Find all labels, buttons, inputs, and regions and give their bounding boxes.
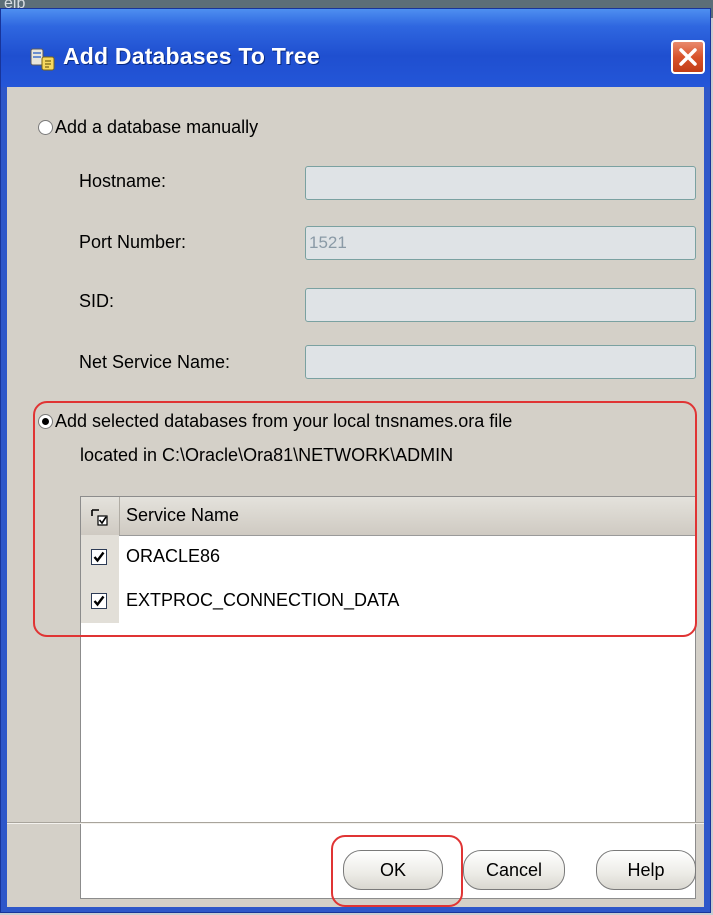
hostname-label: Hostname: — [79, 171, 167, 191]
radio-manual-label: Add a database manually — [55, 117, 259, 137]
database-tree-icon — [29, 45, 57, 73]
close-button[interactable] — [671, 40, 705, 74]
title-bar[interactable]: Add Databases To Tree — [1, 9, 710, 87]
sid-label: SID: — [79, 291, 115, 311]
dialog-body: Add a database manually Hostname: Port N… — [7, 87, 704, 907]
dialog-title: Add Databases To Tree — [63, 43, 320, 69]
radio-manual-indicator[interactable] — [38, 120, 53, 135]
net-service-name-field[interactable] — [305, 345, 696, 379]
sid-field[interactable] — [305, 288, 696, 322]
radio-add-manually[interactable]: Add a database manually — [38, 116, 358, 140]
net-service-name-label: Net Service Name: — [79, 352, 231, 372]
port-number-field[interactable]: 1521 — [305, 226, 696, 260]
add-databases-dialog: Add Databases To Tree Add a database man… — [0, 8, 711, 913]
cancel-button[interactable]: Cancel — [463, 850, 565, 890]
help-button[interactable]: Help — [596, 850, 696, 890]
port-number-label: Port Number: — [79, 232, 187, 252]
highlight-ok-button — [331, 835, 463, 907]
hostname-field[interactable] — [305, 166, 696, 200]
highlight-tnsnames-section — [33, 401, 697, 637]
button-bar-divider-highlight — [7, 823, 704, 824]
close-icon — [679, 48, 697, 66]
